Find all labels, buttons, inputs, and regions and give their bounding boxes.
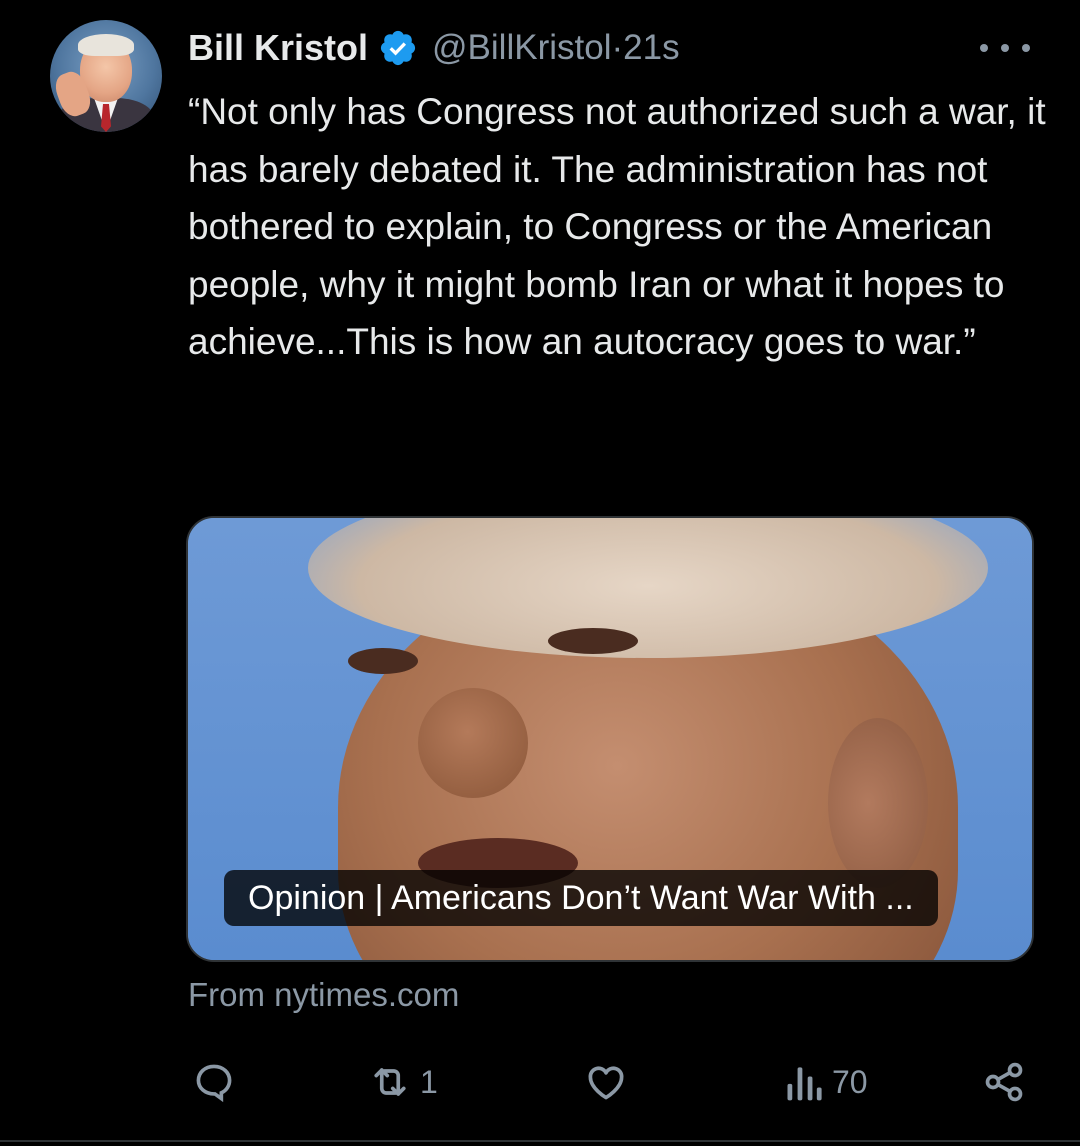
card-title[interactable]: Opinion | Americans Don’t Want War With …	[224, 870, 938, 926]
share-button[interactable]	[982, 1054, 1026, 1110]
tweet-divider	[0, 1140, 1080, 1142]
views-button[interactable]: 70	[784, 1054, 868, 1110]
retweet-count: 1	[420, 1063, 438, 1100]
reply-icon	[192, 1060, 236, 1104]
retweet-button[interactable]: 1	[368, 1054, 438, 1110]
card-image-eye	[548, 628, 638, 654]
tweet-timestamp[interactable]: 21s	[623, 28, 679, 68]
link-card[interactable]: Opinion | Americans Don’t Want War With …	[186, 516, 1034, 962]
card-source[interactable]: From nytimes.com	[188, 972, 459, 1018]
like-button[interactable]	[584, 1054, 628, 1110]
views-count: 70	[832, 1063, 868, 1100]
card-image-nose	[418, 688, 528, 798]
tweet[interactable]: Bill Kristol @BillKristol · 21s “Not onl…	[0, 0, 1080, 1146]
retweet-icon	[368, 1060, 412, 1104]
author-handle[interactable]: @BillKristol	[432, 28, 611, 68]
card-image-eye	[348, 648, 418, 674]
more-options-icon[interactable]	[980, 30, 1030, 66]
card-image-ear	[828, 718, 928, 888]
reply-button[interactable]	[192, 1054, 236, 1110]
like-icon	[584, 1060, 628, 1104]
card-image-hair	[308, 518, 988, 658]
author-name[interactable]: Bill Kristol	[188, 27, 368, 69]
avatar-hair	[78, 34, 134, 56]
views-icon	[784, 1060, 824, 1104]
verified-badge-icon	[378, 28, 418, 68]
action-bar: 1 70	[186, 1054, 1036, 1110]
avatar[interactable]	[50, 20, 162, 132]
tweet-text: “Not only has Congress not authorized su…	[188, 91, 1046, 362]
separator-dot: ·	[611, 28, 624, 67]
share-icon	[982, 1060, 1026, 1104]
tweet-header: Bill Kristol @BillKristol · 21s	[188, 24, 680, 72]
